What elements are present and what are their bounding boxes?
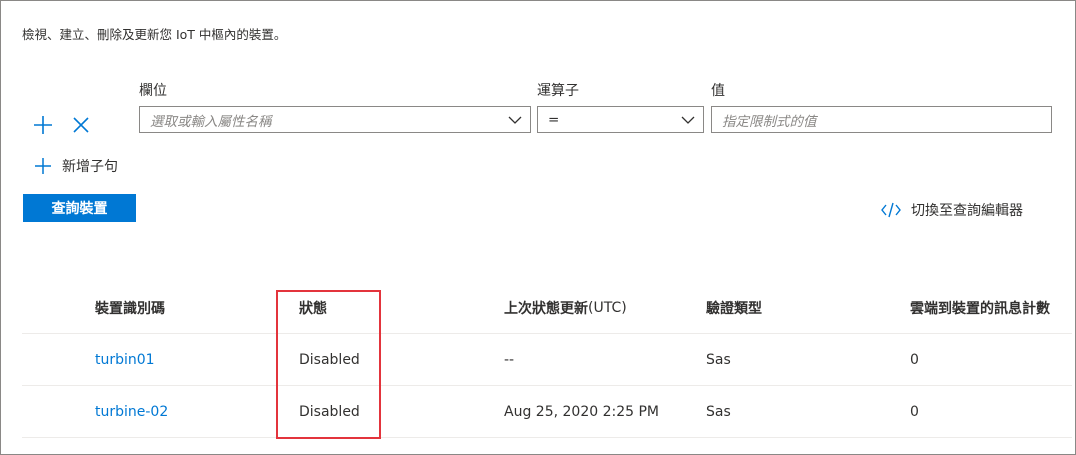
switch-editor-label: 切換至查詢編輯器 bbox=[911, 203, 1023, 219]
plus-icon[interactable] bbox=[32, 114, 54, 136]
code-icon bbox=[881, 202, 901, 218]
header-last-update[interactable]: 上次狀態更新 (UTC) bbox=[504, 282, 627, 333]
value-placeholder: 指定限制式的值 bbox=[722, 113, 817, 130]
field-label: 欄位 bbox=[139, 83, 167, 99]
header-last-update-suffix: (UTC) bbox=[588, 299, 627, 316]
table-header: 裝置識別碼 狀態 上次狀態更新 (UTC) 驗證類型 雲端到裝置的訊息計數 bbox=[22, 282, 1072, 334]
operator-select[interactable]: = bbox=[537, 106, 704, 133]
device-id-link[interactable]: turbin01 bbox=[95, 334, 155, 385]
last-update-cell: -- bbox=[504, 351, 515, 368]
table-row: turbine-02 Disabled Aug 25, 2020 2:25 PM… bbox=[22, 386, 1072, 438]
devices-table: 裝置識別碼 狀態 上次狀態更新 (UTC) 驗證類型 雲端到裝置的訊息計數 tu… bbox=[22, 282, 1072, 438]
status-cell: Disabled bbox=[299, 403, 360, 420]
c2d-count-cell: 0 bbox=[910, 351, 919, 368]
chevron-down-icon bbox=[681, 113, 695, 127]
plus-icon bbox=[35, 158, 51, 174]
switch-editor-link[interactable]: 切換至查詢編輯器 bbox=[881, 200, 1023, 220]
value-label: 值 bbox=[711, 83, 725, 99]
add-clause-label: 新增子句 bbox=[62, 159, 118, 175]
header-last-update-main: 上次狀態更新 bbox=[504, 300, 588, 317]
table-row: turbin01 Disabled -- Sas 0 bbox=[22, 334, 1072, 386]
last-update-cell: Aug 25, 2020 2:25 PM bbox=[504, 403, 659, 420]
field-select[interactable]: 選取或輸入屬性名稱 bbox=[139, 106, 531, 133]
operator-value: = bbox=[548, 111, 560, 128]
auth-type-cell: Sas bbox=[706, 403, 731, 420]
close-icon[interactable] bbox=[70, 114, 92, 136]
header-status[interactable]: 狀態 bbox=[299, 282, 327, 333]
value-input[interactable]: 指定限制式的值 bbox=[711, 106, 1052, 133]
c2d-count-cell: 0 bbox=[910, 403, 919, 420]
device-id-link[interactable]: turbine-02 bbox=[95, 386, 168, 437]
query-devices-button[interactable]: 查詢裝置 bbox=[23, 194, 136, 222]
status-cell: Disabled bbox=[299, 351, 360, 368]
operator-label: 運算子 bbox=[537, 83, 579, 99]
chevron-down-icon bbox=[508, 113, 522, 127]
page-description: 檢視、建立、刪除及更新您 IoT 中樞內的裝置。 bbox=[22, 27, 287, 42]
field-placeholder: 選取或輸入屬性名稱 bbox=[150, 113, 272, 130]
header-c2d-count[interactable]: 雲端到裝置的訊息計數 bbox=[910, 282, 1050, 333]
auth-type-cell: Sas bbox=[706, 351, 731, 368]
add-clause-button[interactable]: 新增子句 bbox=[34, 156, 118, 176]
header-auth-type[interactable]: 驗證類型 bbox=[706, 282, 762, 333]
header-device-id[interactable]: 裝置識別碼 bbox=[95, 282, 165, 333]
